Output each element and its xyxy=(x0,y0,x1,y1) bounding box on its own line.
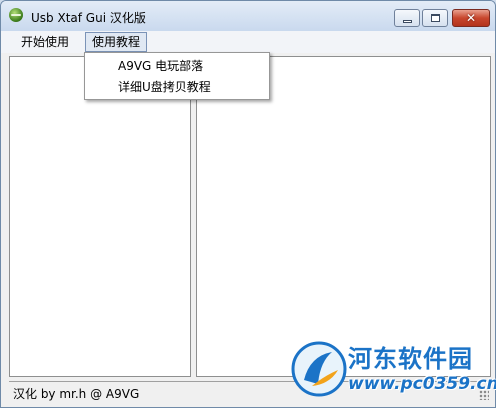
minimize-icon xyxy=(403,20,412,23)
close-icon: ✕ xyxy=(465,11,477,25)
watermark-logo-icon xyxy=(291,341,347,397)
maximize-icon xyxy=(431,14,440,22)
menu-start-using[interactable]: 开始使用 xyxy=(15,33,75,51)
client-area xyxy=(9,53,491,379)
tutorial-dropdown-menu: A9VG 电玩部落 详细U盘拷贝教程 xyxy=(84,52,270,100)
minimize-button[interactable] xyxy=(394,9,420,27)
maximize-button[interactable] xyxy=(422,9,448,27)
menu-item-a9vg[interactable]: A9VG 电玩部落 xyxy=(118,56,203,76)
app-icon xyxy=(9,8,23,22)
window-title: Usb Xtaf Gui 汉化版 xyxy=(31,11,146,25)
watermark-url: www.pc0359.cn xyxy=(348,374,496,394)
status-text: 汉化 by mr.h @ A9VG xyxy=(13,387,140,401)
close-button[interactable]: ✕ xyxy=(452,9,490,27)
watermark: 河东软件园 www.pc0359.cn xyxy=(288,336,496,402)
menu-tutorial[interactable]: 使用教程 xyxy=(85,32,148,52)
watermark-name: 河东软件园 xyxy=(348,345,473,373)
left-pane[interactable] xyxy=(9,56,191,377)
menu-item-usb-copy-tutorial[interactable]: 详细U盘拷贝教程 xyxy=(118,77,211,97)
right-pane[interactable] xyxy=(196,56,491,377)
menu-bar: 开始使用 使用教程 xyxy=(1,31,495,53)
title-bar[interactable]: Usb Xtaf Gui 汉化版 ✕ xyxy=(1,1,495,31)
